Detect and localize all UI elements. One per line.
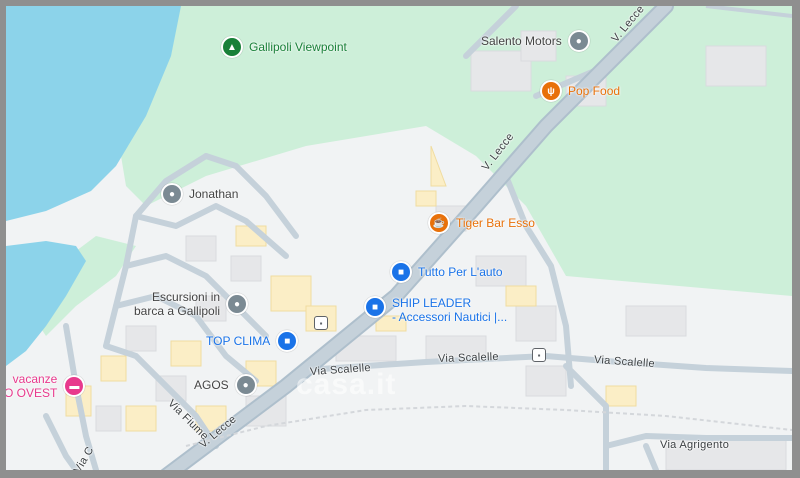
- poi-label: Pop Food: [568, 84, 621, 98]
- shopping-icon: ■: [276, 330, 299, 352]
- poi-label-line: barca a Gallipoli: [134, 304, 221, 318]
- poi-label: AGOS: [194, 378, 229, 392]
- poi-tutto-per-lauto[interactable]: ■ Tutto Per L'auto: [390, 261, 503, 283]
- poi-label: Escursioni in barca a Gallipoli: [134, 290, 220, 318]
- place-icon: ●: [567, 30, 590, 52]
- poi-salento-motors[interactable]: ● Salento Motors: [481, 30, 590, 52]
- street-label-via-scalelle-2: Via Scalelle: [437, 350, 500, 366]
- poi-label: Salento Motors: [481, 34, 562, 48]
- poi-label-line: Escursioni in: [152, 290, 221, 304]
- place-icon: ●: [234, 374, 257, 396]
- poi-label: Jonathan: [189, 187, 239, 201]
- watermark-logo: casa.it: [296, 368, 397, 401]
- poi-gallipoli-viewpoint[interactable]: ▲ Gallipoli Viewpoint: [221, 36, 347, 58]
- shopping-icon: ■: [390, 261, 412, 283]
- poi-label: Tutto Per L'auto: [418, 265, 503, 279]
- poi-label-line: SHIP LEADER: [392, 296, 472, 310]
- poi-label-line: O OVEST: [6, 386, 58, 400]
- place-icon: ●: [226, 293, 249, 315]
- poi-pop-food[interactable]: ψ Pop Food: [540, 80, 620, 102]
- poi-jonathan[interactable]: ● Jonathan: [161, 183, 238, 205]
- street-label-via-agrigento: Via Agrigento: [660, 439, 730, 451]
- place-icon: ●: [161, 183, 183, 205]
- poi-label: Tiger Bar Esso: [456, 216, 535, 230]
- bus-stop-icon[interactable]: ▪: [532, 348, 546, 362]
- bus-stop-icon[interactable]: ▪: [314, 316, 328, 330]
- viewpoint-icon: ▲: [221, 36, 243, 58]
- poi-label: vacanze O OVEST: [6, 372, 57, 400]
- map-frame: ▪ ▪ V. Lecce V. Lecce V. Lecce Via Scale…: [0, 0, 800, 478]
- poi-agos[interactable]: ● AGOS: [194, 374, 257, 396]
- map-base-layer: [6, 6, 792, 470]
- poi-label-line: - Accessori Nautici |...: [392, 310, 508, 324]
- poi-top-clima[interactable]: ■ TOP CLIMA: [206, 330, 299, 352]
- poi-vacanze[interactable]: ▬ vacanze O OVEST: [6, 372, 86, 400]
- map-view[interactable]: ▪ ▪ V. Lecce V. Lecce V. Lecce Via Scale…: [6, 6, 792, 470]
- hotel-icon: ▬: [63, 375, 86, 397]
- shopping-icon: ■: [364, 296, 386, 318]
- poi-label: TOP CLIMA: [206, 334, 271, 348]
- cafe-icon: ☕: [428, 212, 450, 234]
- poi-label-line: vacanze: [12, 372, 58, 386]
- poi-label: SHIP LEADER - Accessori Nautici |...: [392, 296, 507, 324]
- restaurant-icon: ψ: [540, 80, 562, 102]
- poi-ship-leader[interactable]: ■ SHIP LEADER - Accessori Nautici |...: [364, 296, 507, 324]
- poi-label: Gallipoli Viewpoint: [249, 40, 347, 54]
- poi-tiger-bar-esso[interactable]: ☕ Tiger Bar Esso: [428, 212, 535, 234]
- poi-escursioni[interactable]: ● Escursioni in barca a Gallipoli: [134, 290, 249, 318]
